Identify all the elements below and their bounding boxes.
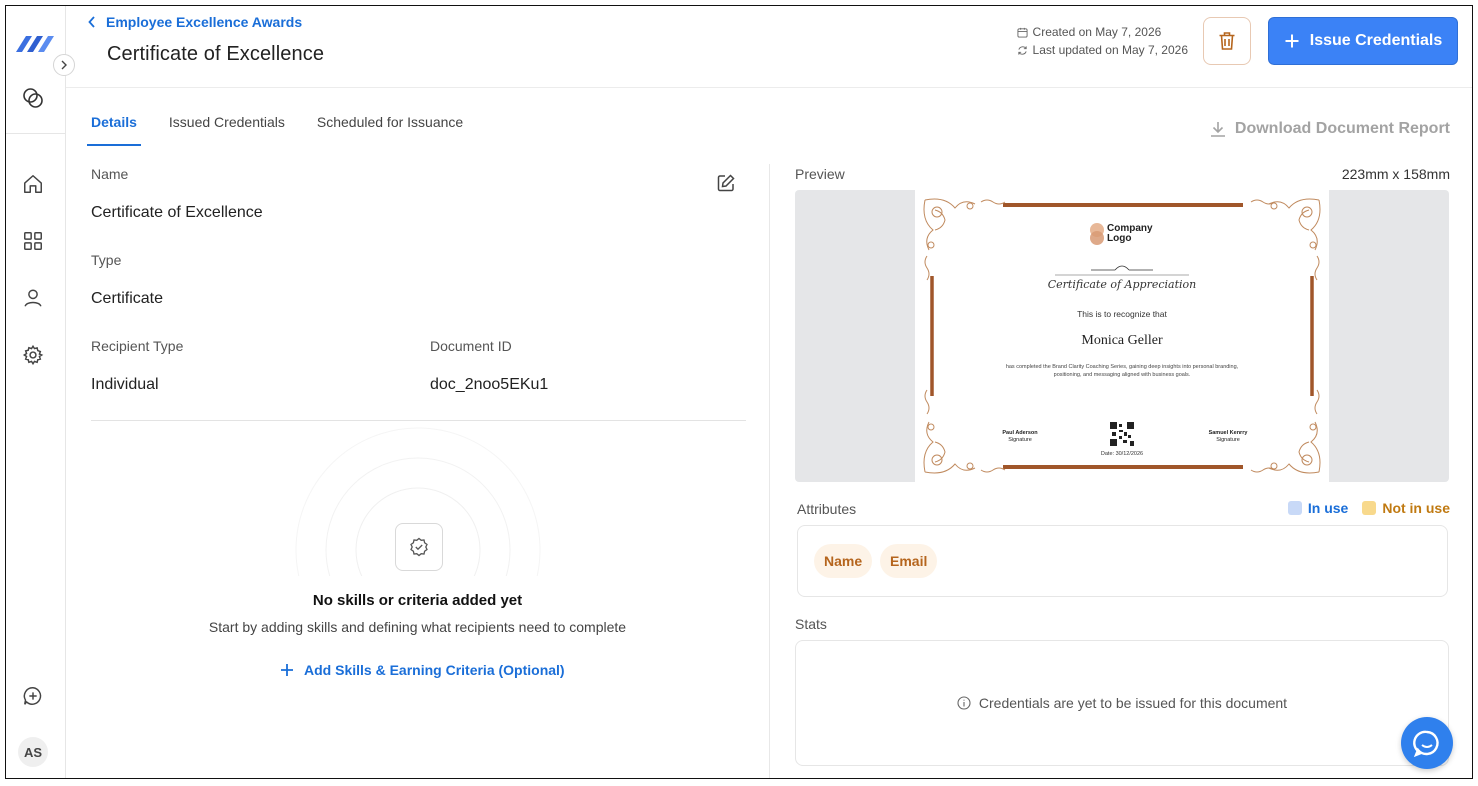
download-icon [1210, 122, 1225, 137]
certificate: Company Logo Certificate of Appreciation… [915, 190, 1329, 482]
badge-check-icon [410, 537, 428, 557]
plus-icon [281, 664, 293, 676]
badge-check-icon-box [395, 523, 443, 571]
signer-1-name: Paul Aderson [1002, 430, 1038, 436]
add-skills-label: Add Skills & Earning Criteria (Optional) [304, 662, 565, 678]
legend-in-use-label: In use [1307, 500, 1349, 516]
stats-message: Credentials are yet to be issued for thi… [796, 695, 1448, 711]
overlap-circles-icon[interactable] [21, 86, 45, 110]
stats-message-text: Credentials are yet to be issued for thi… [978, 695, 1288, 711]
breadcrumb-link[interactable]: Employee Excellence Awards [106, 14, 302, 30]
certificate-logo-text: Company Logo [1107, 224, 1153, 244]
body-line-2: positioning, and messaging aligned with … [1053, 372, 1191, 378]
preview-label: Preview [795, 166, 845, 182]
chevron-left-icon [88, 16, 95, 28]
qr-code-icon [1110, 422, 1134, 446]
attributes-label: Attributes [797, 501, 857, 517]
chevron-right-icon [61, 60, 67, 70]
type-value: Certificate [91, 290, 164, 307]
empty-state-title: No skills or criteria added yet [312, 592, 523, 609]
attributes-legend: In use Not in use [1287, 500, 1450, 516]
signer-1: Paul Aderson Signature [987, 430, 1053, 444]
delete-button[interactable] [1203, 17, 1251, 65]
certificate-body: has completed the Brand Clarity Coaching… [915, 363, 1329, 379]
avatar[interactable]: AS [18, 737, 48, 767]
signer-2-role: Signature [1216, 437, 1240, 443]
issue-credentials-button[interactable]: Issue Credentials [1268, 17, 1458, 65]
document-meta: Created on May 7, 2026 Last updated on M… [1017, 23, 1188, 59]
brand-logo-icon[interactable] [14, 32, 56, 54]
chat-bubble-icon [1413, 730, 1439, 758]
type-label: Type [91, 252, 122, 268]
body-line-1: has completed the Brand Clarity Coaching… [1005, 364, 1239, 370]
signer-2-name: Samuel Kenrry [1208, 430, 1248, 436]
download-report-label: Download Document Report [1234, 120, 1450, 137]
signer-1-role: Signature [1008, 437, 1032, 443]
refresh-icon [1017, 45, 1027, 55]
legend-in-use: In use [1287, 500, 1349, 516]
signer-2: Samuel Kenrry Signature [1193, 430, 1263, 444]
legend-not-in-use: Not in use [1362, 500, 1450, 516]
sidebar-toggle-button[interactable] [53, 54, 75, 76]
certificate-intro: This is to recognize that [1077, 309, 1167, 319]
legend-not-in-use-label: Not in use [1382, 500, 1450, 516]
app-window: AS Employee Excellence Awards Certificat… [5, 5, 1473, 779]
certificate-preview[interactable]: Company Logo Certificate of Appreciation… [795, 190, 1449, 482]
name-value: Certificate of Excellence [91, 204, 263, 221]
issue-credentials-label: Issue Credentials [1309, 32, 1443, 49]
attribute-chip-name[interactable]: Name [814, 544, 873, 578]
logo-line-2: Logo [1107, 233, 1132, 244]
page-header: Employee Excellence Awards Certificate o… [66, 6, 1472, 88]
created-date: Created on May 7, 2026 [1032, 25, 1162, 39]
tab-issued-credentials[interactable]: Issued Credentials [169, 114, 285, 146]
calendar-icon [1017, 27, 1028, 38]
legend-swatch-not-in-use [1362, 501, 1377, 515]
column-divider [769, 164, 770, 778]
trash-icon [1219, 32, 1235, 50]
add-skills-button[interactable]: Add Skills & Earning Criteria (Optional) [280, 662, 565, 678]
document-size: 223mm x 158mm [1341, 166, 1450, 182]
legend-swatch-in-use [1287, 501, 1302, 515]
document-id-label: Document ID [430, 338, 512, 354]
apps-grid-icon[interactable] [21, 229, 45, 253]
plus-icon [1285, 34, 1299, 48]
stats-box: Credentials are yet to be issued for thi… [795, 640, 1449, 766]
certificate-heading: Certificate of Appreciation [1047, 278, 1197, 291]
updated-date: Last updated on May 7, 2026 [1032, 43, 1188, 57]
support-chat-button[interactable] [1401, 717, 1453, 769]
download-report-button[interactable]: Download Document Report [1209, 120, 1450, 138]
document-id-value: doc_2noo5EKu1 [430, 376, 549, 393]
sidebar: AS [6, 6, 66, 778]
attribute-chip-email[interactable]: Email [880, 544, 938, 578]
section-divider [91, 420, 746, 421]
home-icon[interactable] [21, 172, 45, 196]
settings-icon[interactable] [21, 343, 45, 367]
breadcrumb[interactable]: Employee Excellence Awards [88, 14, 302, 30]
attributes-box: Name Email [797, 525, 1448, 597]
certificate-recipient: Monica Geller [1081, 333, 1163, 348]
certificate-date: Date: 30/12/2026 [1100, 451, 1144, 457]
tab-details[interactable]: Details [87, 114, 141, 146]
recipient-type-value: Individual [91, 376, 159, 393]
page-title: Certificate of Excellence [107, 43, 325, 65]
name-label: Name [91, 166, 129, 182]
sidebar-divider [6, 133, 66, 134]
empty-state-subtitle: Start by adding skills and defining what… [208, 619, 627, 635]
recipient-type-label: Recipient Type [91, 338, 184, 354]
tab-scheduled-for-issuance[interactable]: Scheduled for Issuance [317, 114, 463, 146]
user-icon[interactable] [21, 286, 45, 310]
tab-bar: Details Issued Credentials Scheduled for… [87, 114, 495, 146]
info-icon [957, 696, 971, 710]
chat-add-icon[interactable] [21, 684, 45, 708]
stats-label: Stats [795, 616, 827, 632]
edit-icon[interactable] [716, 173, 736, 193]
